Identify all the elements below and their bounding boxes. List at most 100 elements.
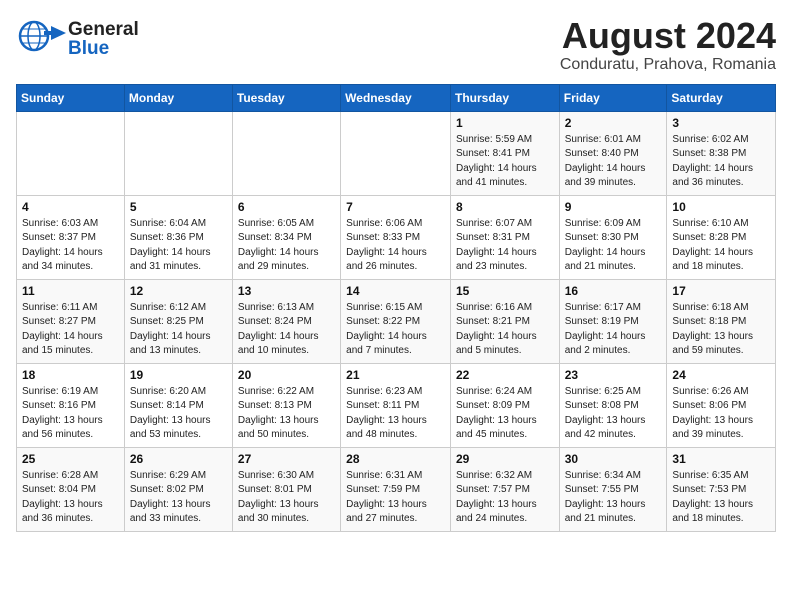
day-info: Sunrise: 6:34 AMSunset: 7:55 PMDaylight:… [565,469,662,527]
calendar-cell: 28 Sunrise: 6:31 AMSunset: 7:59 PMDayligh… [341,447,451,531]
day-number: 23 [565,368,662,382]
month-title: August 2024 [560,16,776,56]
calendar-cell: 20Sunrise: 6:22 AMSunset: 8:13 PMDayligh… [232,363,340,447]
calendar-cell: 2 Sunrise: 6:01 AMSunset: 8:40 PMDaylight… [559,111,667,195]
day-info: Sunrise: 6:20 AMSunset: 8:14 PMDaylight:… [130,385,227,443]
day-info: Sunrise: 6:28 AMSunset: 8:04 PMDaylight:… [22,469,119,527]
calendar-cell: 23 Sunrise: 6:25 AMSunset: 8:08 PMDayligh… [559,363,667,447]
day-info: Sunrise: 6:24 AMSunset: 8:09 PMDaylight:… [456,385,554,443]
day-number: 6 [238,200,335,214]
day-info: Sunrise: 6:32 AMSunset: 7:57 PMDaylight:… [456,469,554,527]
day-info: Sunrise: 6:06 AMSunset: 8:33 PMDaylight:… [346,217,445,275]
calendar-cell: 17 Sunrise: 6:18 AMSunset: 8:18 PMDayligh… [667,279,776,363]
day-info: Sunrise: 6:12 AMSunset: 8:25 PMDaylight:… [130,301,227,359]
day-number: 14 [346,284,445,298]
day-info: Sunrise: 6:01 AMSunset: 8:40 PMDaylight:… [565,133,662,191]
day-number: 3 [672,116,770,130]
day-number: 10 [672,200,770,214]
calendar-cell: 29Sunrise: 6:32 AMSunset: 7:57 PMDayligh… [450,447,559,531]
calendar-cell: 5Sunrise: 6:04 AMSunset: 8:36 PMDaylight… [124,195,232,279]
calendar-week-row: 1 Sunrise: 5:59 AMSunset: 8:41 PMDaylight… [17,111,776,195]
day-number: 20 [238,368,335,382]
calendar-cell [124,111,232,195]
calendar-cell: 22 Sunrise: 6:24 AMSunset: 8:09 PMDayligh… [450,363,559,447]
calendar-cell: 7 Sunrise: 6:06 AMSunset: 8:33 PMDaylight… [341,195,451,279]
day-info: Sunrise: 6:25 AMSunset: 8:08 PMDaylight:… [565,385,662,443]
logo-icon [16,16,66,61]
day-number: 2 [565,116,662,130]
calendar-cell [17,111,125,195]
day-info: Sunrise: 6:18 AMSunset: 8:18 PMDaylight:… [672,301,770,359]
day-number: 13 [238,284,335,298]
day-info: Sunrise: 6:09 AMSunset: 8:30 PMDaylight:… [565,217,662,275]
weekday-header: Wednesday [341,84,451,111]
day-number: 22 [456,368,554,382]
logo-blue: Blue [68,39,139,58]
day-info: Sunrise: 6:23 AMSunset: 8:11 PMDaylight:… [346,385,445,443]
weekday-header: Friday [559,84,667,111]
logo-text: General Blue [68,20,139,58]
day-info: Sunrise: 6:11 AMSunset: 8:27 PMDaylight:… [22,301,119,359]
calendar-week-row: 4Sunrise: 6:03 AMSunset: 8:37 PMDaylight… [17,195,776,279]
weekday-header: Saturday [667,84,776,111]
day-number: 16 [565,284,662,298]
day-number: 21 [346,368,445,382]
day-info: Sunrise: 5:59 AMSunset: 8:41 PMDaylight:… [456,133,554,191]
day-number: 28 [346,452,445,466]
day-info: Sunrise: 6:26 AMSunset: 8:06 PMDaylight:… [672,385,770,443]
calendar-cell: 25 Sunrise: 6:28 AMSunset: 8:04 PMDayligh… [17,447,125,531]
day-number: 25 [22,452,119,466]
day-number: 30 [565,452,662,466]
calendar-cell: 24 Sunrise: 6:26 AMSunset: 8:06 PMDayligh… [667,363,776,447]
day-number: 24 [672,368,770,382]
day-number: 27 [238,452,335,466]
day-info: Sunrise: 6:17 AMSunset: 8:19 PMDaylight:… [565,301,662,359]
calendar-cell [341,111,451,195]
calendar-cell: 19 Sunrise: 6:20 AMSunset: 8:14 PMDayligh… [124,363,232,447]
day-info: Sunrise: 6:10 AMSunset: 8:28 PMDaylight:… [672,217,770,275]
day-number: 9 [565,200,662,214]
logo: General Blue [16,16,139,61]
day-number: 18 [22,368,119,382]
day-number: 7 [346,200,445,214]
page-header: General Blue August 2024 Conduratu, Prah… [16,16,776,74]
calendar-week-row: 11Sunrise: 6:11 AMSunset: 8:27 PMDayligh… [17,279,776,363]
title-block: August 2024 Conduratu, Prahova, Romania [560,16,776,74]
calendar-cell: 21 Sunrise: 6:23 AMSunset: 8:11 PMDayligh… [341,363,451,447]
day-number: 15 [456,284,554,298]
weekday-header-row: SundayMondayTuesdayWednesdayThursdayFrid… [17,84,776,111]
calendar-cell: 30 Sunrise: 6:34 AMSunset: 7:55 PMDayligh… [559,447,667,531]
day-number: 19 [130,368,227,382]
location-title: Conduratu, Prahova, Romania [560,56,776,74]
calendar-cell: 16 Sunrise: 6:17 AMSunset: 8:19 PMDayligh… [559,279,667,363]
calendar-cell: 14 Sunrise: 6:15 AMSunset: 8:22 PMDayligh… [341,279,451,363]
day-info: Sunrise: 6:03 AMSunset: 8:37 PMDaylight:… [22,217,119,275]
calendar-week-row: 25 Sunrise: 6:28 AMSunset: 8:04 PMDayligh… [17,447,776,531]
day-info: Sunrise: 6:05 AMSunset: 8:34 PMDaylight:… [238,217,335,275]
calendar-cell: 10 Sunrise: 6:10 AMSunset: 8:28 PMDayligh… [667,195,776,279]
day-number: 31 [672,452,770,466]
day-info: Sunrise: 6:30 AMSunset: 8:01 PMDaylight:… [238,469,335,527]
weekday-header: Tuesday [232,84,340,111]
day-info: Sunrise: 6:31 AMSunset: 7:59 PMDaylight:… [346,469,445,527]
calendar-cell: 27 Sunrise: 6:30 AMSunset: 8:01 PMDayligh… [232,447,340,531]
calendar-week-row: 18Sunrise: 6:19 AMSunset: 8:16 PMDayligh… [17,363,776,447]
day-number: 12 [130,284,227,298]
day-info: Sunrise: 6:04 AMSunset: 8:36 PMDaylight:… [130,217,227,275]
calendar-cell: 8 Sunrise: 6:07 AMSunset: 8:31 PMDaylight… [450,195,559,279]
day-info: Sunrise: 6:07 AMSunset: 8:31 PMDaylight:… [456,217,554,275]
day-info: Sunrise: 6:13 AMSunset: 8:24 PMDaylight:… [238,301,335,359]
day-info: Sunrise: 6:15 AMSunset: 8:22 PMDaylight:… [346,301,445,359]
day-info: Sunrise: 6:35 AMSunset: 7:53 PMDaylight:… [672,469,770,527]
calendar-cell: 11Sunrise: 6:11 AMSunset: 8:27 PMDayligh… [17,279,125,363]
day-number: 1 [456,116,554,130]
day-number: 17 [672,284,770,298]
day-number: 8 [456,200,554,214]
calendar-cell: 6 Sunrise: 6:05 AMSunset: 8:34 PMDaylight… [232,195,340,279]
day-number: 26 [130,452,227,466]
calendar-cell: 4Sunrise: 6:03 AMSunset: 8:37 PMDaylight… [17,195,125,279]
calendar-cell: 18Sunrise: 6:19 AMSunset: 8:16 PMDayligh… [17,363,125,447]
weekday-header: Thursday [450,84,559,111]
day-info: Sunrise: 6:29 AMSunset: 8:02 PMDaylight:… [130,469,227,527]
calendar-cell: 3Sunrise: 6:02 AMSunset: 8:38 PMDaylight… [667,111,776,195]
